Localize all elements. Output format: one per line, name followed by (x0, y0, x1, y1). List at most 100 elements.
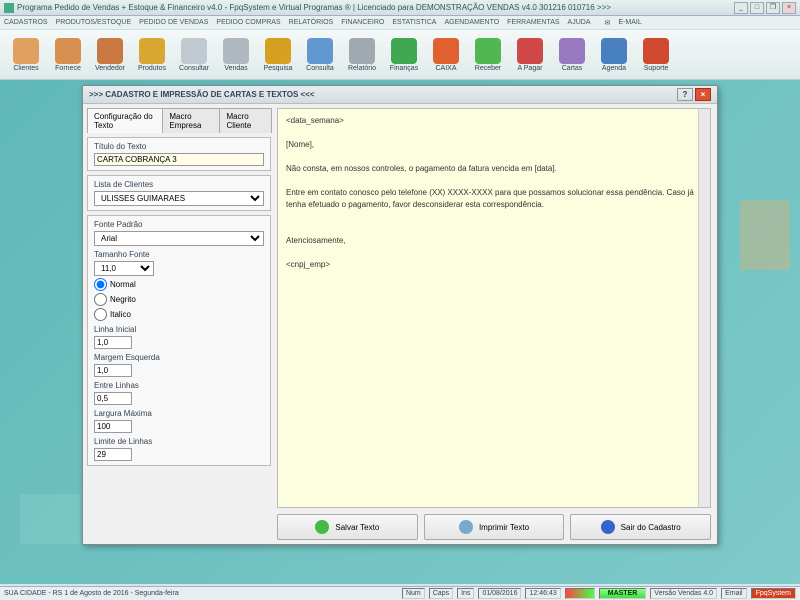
toolbar-icon (181, 38, 207, 64)
toolbar-icon (475, 38, 501, 64)
lista-select[interactable]: ULISSES GUIMARAES (94, 191, 264, 206)
toolbar-vendedor[interactable]: Vendedor (90, 32, 130, 78)
menu-relatorios[interactable]: RELATÓRIOS (289, 19, 334, 26)
status-master: MASTER (599, 588, 647, 599)
toolbar-icon (517, 38, 543, 64)
style-normal-radio[interactable] (94, 278, 107, 291)
status-meter (565, 588, 595, 599)
toolbar-icon (643, 38, 669, 64)
workspace: >>> CADASTRO E IMPRESSÃO DE CARTAS E TEX… (0, 80, 800, 584)
tamanho-label: Tamanho Fonte (94, 250, 264, 259)
titulo-panel: Título do Texto (87, 137, 271, 171)
restore-button[interactable]: ❐ (766, 2, 780, 14)
lista-label: Lista de Clientes (94, 180, 264, 189)
menu-email[interactable]: E-MAIL (618, 19, 641, 26)
menu-produtos[interactable]: PRODUTOS/ESTOQUE (56, 19, 132, 26)
limite-input[interactable] (94, 448, 132, 461)
tab-macro-empresa[interactable]: Macro Empresa (162, 108, 220, 133)
status-location: SUA CIDADE - RS 1 de Agosto de 2016 - Se… (4, 590, 179, 597)
status-versao[interactable]: Versão Vendas 4.0 (650, 588, 717, 599)
status-date: 01/08/2016 (478, 588, 521, 599)
toolbar-consulta[interactable]: Consulta (300, 32, 340, 78)
menu-ajuda[interactable]: AJUDA (568, 19, 591, 26)
menu-pedido-vendas[interactable]: PEDIDO DE VENDAS (139, 19, 208, 26)
dialog-close-button[interactable]: × (695, 88, 711, 101)
dialog-title: >>> CADASTRO E IMPRESSÃO DE CARTAS E TEX… (89, 90, 315, 99)
toolbar-receber[interactable]: Receber (468, 32, 508, 78)
status-fpq[interactable]: FpqSystem (751, 588, 796, 599)
toolbar-finanças[interactable]: Finanças (384, 32, 424, 78)
fonte-select[interactable]: Arial (94, 231, 264, 246)
editor-scrollbar[interactable] (698, 109, 710, 507)
style-negrito-radio[interactable] (94, 293, 107, 306)
app-icon (4, 3, 14, 13)
dialog-titlebar: >>> CADASTRO E IMPRESSÃO DE CARTAS E TEX… (83, 86, 717, 104)
toolbar-icon (349, 38, 375, 64)
save-button[interactable]: Salvar Texto (277, 514, 418, 540)
config-tabs: Configuração do Texto Macro Empresa Macr… (87, 108, 271, 133)
status-caps: Caps (429, 588, 453, 599)
toolbar-relatório[interactable]: Relatório (342, 32, 382, 78)
exit-button[interactable]: Sair do Cadastro (570, 514, 711, 540)
menu-financeiro[interactable]: FINANCEIRO (341, 19, 384, 26)
window-title: Programa Pedido de Vendas + Estoque & Fi… (17, 3, 611, 12)
menu-pedido-compras[interactable]: PEDIDO COMPRAS (216, 19, 280, 26)
toolbar-caixa[interactable]: CAIXA (426, 32, 466, 78)
status-email[interactable]: Email (721, 588, 747, 599)
toolbar-icon (391, 38, 417, 64)
style-italico-radio[interactable] (94, 308, 107, 321)
text-editor[interactable]: <data_semana> [Nome], Não consta, em nos… (277, 108, 711, 508)
window-titlebar: Programa Pedido de Vendas + Estoque & Fi… (0, 0, 800, 16)
toolbar-suporte[interactable]: Suporte (636, 32, 676, 78)
toolbar-clientes[interactable]: Clientes (6, 32, 46, 78)
toolbar-icon (307, 38, 333, 64)
exit-icon (601, 520, 615, 534)
toolbar-icon (601, 38, 627, 64)
titulo-input[interactable] (94, 153, 264, 166)
toolbar-produtos[interactable]: Produtos (132, 32, 172, 78)
toolbar-icon (97, 38, 123, 64)
font-panel: Fonte Padrão Arial Tamanho Fonte 11,0 No… (87, 215, 271, 466)
statusbar: SUA CIDADE - RS 1 de Agosto de 2016 - Se… (0, 586, 800, 600)
largura-input[interactable] (94, 420, 132, 433)
menu-ferramentas[interactable]: FERRAMENTAS (507, 19, 559, 26)
toolbar-icon (13, 38, 39, 64)
fonte-label: Fonte Padrão (94, 220, 264, 229)
menu-estatistica[interactable]: ESTATISTICA (392, 19, 436, 26)
toolbar-vendas[interactable]: Vendas (216, 32, 256, 78)
tab-macro-cliente[interactable]: Macro Cliente (219, 108, 272, 133)
tab-config-texto[interactable]: Configuração do Texto (87, 108, 163, 133)
toolbar-icon (223, 38, 249, 64)
entre-input[interactable] (94, 392, 132, 405)
toolbar-consultar[interactable]: Consultar (174, 32, 214, 78)
margem-input[interactable] (94, 364, 132, 377)
toolbar-pesquisa[interactable]: Pesquisa (258, 32, 298, 78)
menu-cadastros[interactable]: CADASTROS (4, 19, 48, 26)
toolbar-agenda[interactable]: Agenda (594, 32, 634, 78)
menubar: CADASTROS PRODUTOS/ESTOQUE PEDIDO DE VEN… (0, 16, 800, 30)
printer-icon (459, 520, 473, 534)
menu-agendamento[interactable]: AGENDAMENTO (444, 19, 499, 26)
status-ins: Ins (457, 588, 474, 599)
main-toolbar: ClientesForneceVendedorProdutosConsultar… (0, 30, 800, 80)
titulo-label: Título do Texto (94, 142, 264, 151)
cartas-dialog: >>> CADASTRO E IMPRESSÃO DE CARTAS E TEX… (82, 85, 718, 545)
toolbar-a pagar[interactable]: A Pagar (510, 32, 550, 78)
linha-inicial-input[interactable] (94, 336, 132, 349)
toolbar-cartas[interactable]: Cartas (552, 32, 592, 78)
toolbar-icon (265, 38, 291, 64)
minimize-button[interactable]: _ (734, 2, 748, 14)
dialog-help-button[interactable]: ? (677, 88, 693, 101)
status-num: Num (402, 588, 425, 599)
tamanho-select[interactable]: 11,0 (94, 261, 154, 276)
close-button[interactable]: × (782, 2, 796, 14)
toolbar-fornece[interactable]: Fornece (48, 32, 88, 78)
toolbar-icon (55, 38, 81, 64)
print-button[interactable]: Imprimir Texto (424, 514, 565, 540)
toolbar-icon (139, 38, 165, 64)
maximize-button[interactable]: □ (750, 2, 764, 14)
lista-panel: Lista de Clientes ULISSES GUIMARAES (87, 175, 271, 211)
status-time: 12:46:43 (525, 588, 560, 599)
check-icon (315, 520, 329, 534)
toolbar-icon (559, 38, 585, 64)
